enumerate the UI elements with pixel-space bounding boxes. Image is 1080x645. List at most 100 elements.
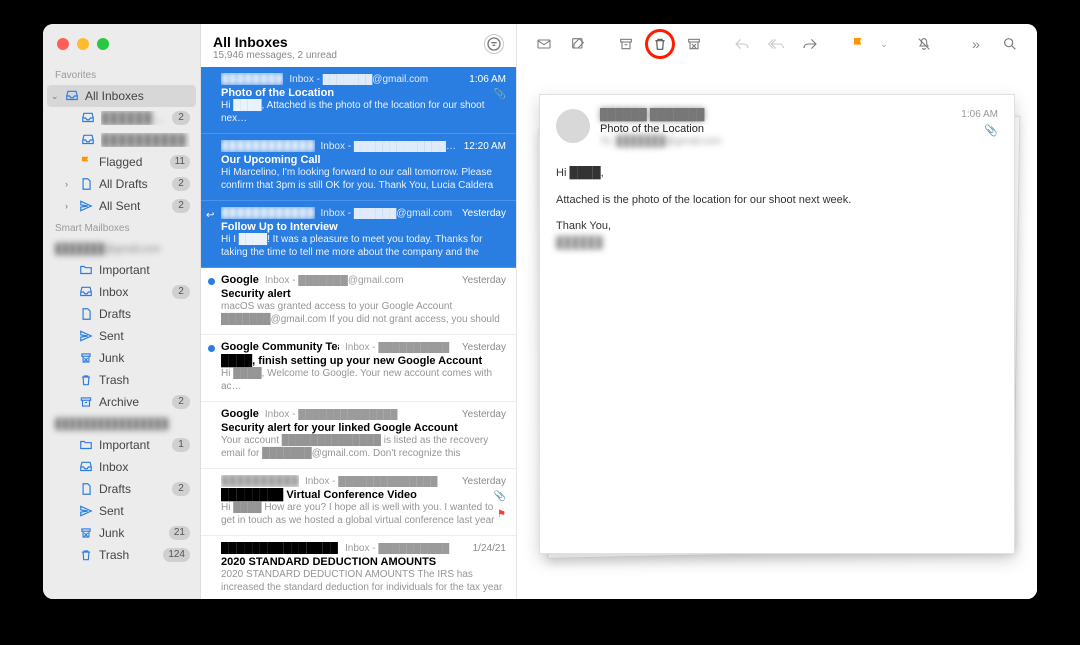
message-mailbox: Inbox - ██████@gmail.com	[321, 208, 456, 219]
sidebar-item-label: All Sent	[99, 199, 166, 213]
folder-icon	[79, 437, 93, 453]
message-time: 12:20 AM	[464, 141, 506, 152]
message-preview: Hi ████, Welcome to Google. Your new acc…	[221, 367, 506, 393]
more-button[interactable]: »	[961, 32, 991, 56]
sidebar-item-drafts[interactable]: Drafts	[43, 303, 200, 325]
message-row[interactable]: 📎⚑██████████Inbox - ██████████████Yester…	[201, 469, 516, 536]
message-from: ██████████	[221, 475, 299, 487]
minimize-window-button[interactable]	[77, 38, 89, 50]
sidebar-item-all-sent[interactable]: › All Sent 2	[43, 195, 200, 217]
message-subject: Security alert	[221, 288, 506, 300]
delete-button[interactable]	[645, 29, 675, 59]
message-from: ███████████████ CPA	[221, 542, 339, 554]
sidebar-item-label: Important	[99, 263, 190, 277]
preview-body: Hi ████, Attached is the photo of the lo…	[556, 165, 998, 251]
junk-icon	[79, 350, 93, 366]
sidebar-item-important[interactable]: Important1	[43, 434, 200, 456]
folder-icon	[79, 262, 93, 278]
sidebar-account-header-2[interactable]: ████████████████	[43, 413, 200, 434]
chevron-right-icon[interactable]: ›	[65, 179, 73, 189]
sidebar-item-label: ██████████	[101, 133, 190, 147]
message-row[interactable]: ↩████████████Inbox - ██████@gmail.comYes…	[201, 201, 516, 268]
message-preview: Hi I ████! It was a pleasure to meet you…	[221, 233, 506, 259]
sidebar-item-account-inbox-2[interactable]: ██████████	[43, 129, 200, 151]
sidebar-item-junk[interactable]: Junk	[43, 347, 200, 369]
count-badge: 2	[172, 177, 190, 191]
sidebar-item-important[interactable]: Important	[43, 259, 200, 281]
mail-window: Favorites ⌄ All Inboxes ██████@g… 2 ████…	[43, 24, 1037, 599]
flag-button[interactable]	[843, 32, 873, 56]
message-mailbox: Inbox - ██████████	[345, 543, 467, 554]
message-time: 1/24/21	[473, 543, 506, 554]
sidebar-item-label: Flagged	[99, 155, 164, 169]
message-row[interactable]: GoogleInbox - ███████@gmail.comYesterday…	[201, 268, 516, 335]
sidebar-item-sent[interactable]: Sent	[43, 325, 200, 347]
message-mailbox: Inbox - ██████████████	[305, 476, 456, 487]
message-row[interactable]: ████████████Inbox - ████████████████12:2…	[201, 134, 516, 201]
sidebar-section-favorites: Favorites	[43, 64, 200, 85]
trash-icon	[79, 372, 93, 388]
flag-menu-button[interactable]: ⌄	[877, 32, 891, 56]
chevron-right-icon[interactable]: ›	[65, 201, 73, 211]
sidebar-item-drafts[interactable]: Drafts2	[43, 478, 200, 500]
zoom-window-button[interactable]	[97, 38, 109, 50]
compose-button[interactable]	[563, 32, 593, 56]
toolbar: ⌄ »	[517, 24, 1037, 64]
sidebar-account-header-1[interactable]: ███████@gmail.com	[43, 238, 200, 259]
trash-icon	[79, 547, 93, 563]
message-row[interactable]: GoogleInbox - ██████████████YesterdaySec…	[201, 402, 516, 469]
sidebar-item-inbox[interactable]: Inbox2	[43, 281, 200, 303]
message-row[interactable]: ███████████████ CPA Inbox - ██████████ 1/2…	[201, 536, 516, 599]
message-row[interactable]: 📎████████Inbox - ███████@gmail.com1:06 A…	[201, 67, 516, 134]
preview-subject: Photo of the Location	[600, 123, 951, 135]
junk-button[interactable]	[679, 32, 709, 56]
message-row[interactable]: Google Community TeamInbox - ██████████Y…	[201, 335, 516, 402]
close-window-button[interactable]	[57, 38, 69, 50]
count-badge: 2	[172, 199, 190, 213]
message-preview: 2020 STANDARD DEDUCTION AMOUNTS The IRS …	[221, 568, 506, 594]
sidebar-item-junk[interactable]: Junk21	[43, 522, 200, 544]
message-preview-card[interactable]: ██████ ███████ Photo of the Location To:…	[539, 94, 1015, 554]
reply-button[interactable]	[727, 32, 757, 56]
message-mailbox: Inbox - ████████████████	[321, 141, 458, 152]
count-badge: 2	[172, 395, 190, 409]
inbox-icon	[81, 132, 95, 148]
mark-read-button[interactable]	[529, 32, 559, 56]
sidebar-item-label: Trash	[99, 373, 190, 387]
sidebar-item-all-inboxes[interactable]: ⌄ All Inboxes	[47, 85, 196, 107]
archive-icon	[79, 394, 93, 410]
doc-icon	[79, 481, 93, 497]
sidebar-item-all-drafts[interactable]: › All Drafts 2	[43, 173, 200, 195]
mute-button[interactable]	[909, 32, 939, 56]
message-mailbox: Inbox - ███████@gmail.com	[265, 275, 456, 286]
message-list[interactable]: 📎████████Inbox - ███████@gmail.com1:06 A…	[201, 67, 516, 599]
sidebar-item-inbox[interactable]: Inbox	[43, 456, 200, 478]
preview-body-line: Hi ████,	[556, 165, 998, 182]
reply-all-button[interactable]	[761, 32, 791, 56]
mailbox-title: All Inboxes	[213, 34, 337, 50]
sent-icon	[79, 503, 93, 519]
avatar	[556, 109, 590, 143]
archive-button[interactable]	[611, 32, 641, 56]
message-time: Yesterday	[462, 409, 506, 420]
sidebar-item-trash[interactable]: Trash	[43, 369, 200, 391]
chevron-down-icon[interactable]: ⌄	[51, 91, 59, 102]
sidebar-item-archive[interactable]: Archive 2	[43, 391, 200, 413]
message-preview: Hi Marcelino, I'm looking forward to our…	[221, 166, 506, 192]
search-button[interactable]	[995, 32, 1025, 56]
message-time: Yesterday	[462, 342, 506, 353]
attachment-icon: 📎	[961, 124, 998, 137]
inbox-icon	[65, 88, 79, 104]
sidebar-item-flagged[interactable]: Flagged 11	[43, 151, 200, 173]
sidebar-item-label: Junk	[99, 526, 163, 540]
message-time: 1:06 AM	[469, 74, 506, 85]
sidebar-item-trash[interactable]: Trash124	[43, 544, 200, 566]
sidebar-item-sent[interactable]: Sent	[43, 500, 200, 522]
forward-button[interactable]	[795, 32, 825, 56]
sidebar-item-account-inbox-1[interactable]: ██████@g… 2	[43, 107, 200, 129]
preview-body-line: Thank You,	[556, 218, 998, 235]
message-preview: macOS was granted access to your Google …	[221, 300, 506, 326]
sidebar-item-label: Drafts	[99, 482, 166, 496]
sidebar-item-label: Archive	[99, 395, 166, 409]
filter-button[interactable]	[484, 34, 504, 54]
